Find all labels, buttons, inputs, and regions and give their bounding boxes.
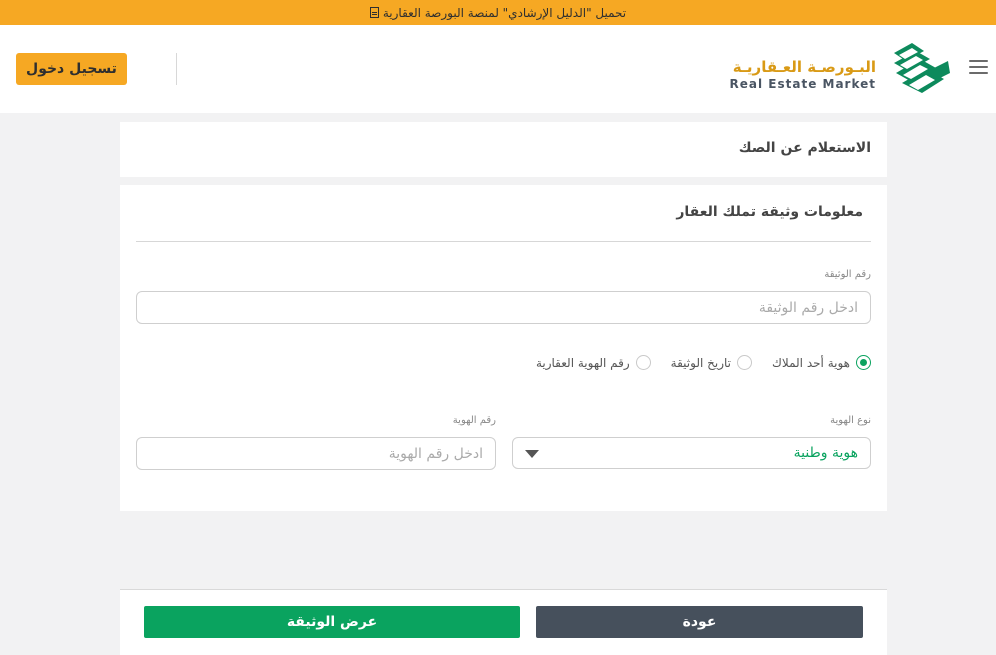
document-number-input[interactable] — [136, 291, 871, 324]
announcement-text[interactable]: تحميل "الدليل الإرشادي" لمنصة البورصة ال… — [383, 6, 626, 20]
id-type-selected-value: هوية وطنية — [793, 445, 858, 461]
radio-document-date[interactable]: تاريخ الوثيقة — [670, 355, 753, 370]
section-title: معلومات وثيقة تملك العقار — [676, 204, 863, 220]
id-number-label: رقم الهوية — [452, 415, 496, 426]
action-footer: عودة عرض الوثيقة — [120, 589, 887, 655]
announcement-bar[interactable]: تحميل "الدليل الإرشادي" لمنصة البورصة ال… — [0, 0, 996, 25]
page-title: الاستعلام عن الصك — [738, 140, 871, 156]
logo-english-text: Real Estate Market — [729, 77, 876, 91]
section-divider — [136, 241, 871, 242]
radio-owner-id[interactable]: هوية أحد الملاك — [772, 355, 871, 370]
document-icon — [369, 7, 379, 18]
chevron-down-icon — [525, 450, 539, 458]
radio-property-id-label: رقم الهوية العقارية — [535, 355, 630, 370]
id-type-select[interactable]: هوية وطنية — [512, 437, 871, 469]
radio-button[interactable] — [635, 355, 651, 370]
id-type-label: نوع الهوية — [830, 415, 871, 426]
login-button[interactable]: تسجيل دخول — [16, 53, 127, 85]
page-title-card: الاستعلام عن الصك — [120, 122, 887, 177]
id-number-input[interactable] — [136, 437, 496, 470]
back-button[interactable]: عودة — [536, 606, 863, 638]
radio-button[interactable] — [737, 355, 753, 370]
radio-owner-id-label: هوية أحد الملاك — [772, 355, 850, 370]
logo-mark-icon — [894, 43, 950, 93]
view-document-button[interactable]: عرض الوثيقة — [144, 606, 520, 638]
document-info-card: معلومات وثيقة تملك العقار رقم الوثيقة هو… — [120, 185, 887, 511]
document-number-label: رقم الوثيقة — [824, 269, 871, 280]
hamburger-icon[interactable] — [969, 60, 988, 75]
header-divider — [176, 53, 177, 85]
radio-document-date-label: تاريخ الوثيقة — [670, 355, 732, 370]
search-by-radio-group: هوية أحد الملاك تاريخ الوثيقة رقم الهوية… — [536, 355, 871, 370]
site-header: البـورصـة العـقاريـة Real Estate Market … — [0, 25, 996, 113]
logo-arabic-text: البـورصـة العـقاريـة — [732, 58, 876, 76]
radio-button-selected[interactable] — [856, 355, 871, 370]
radio-property-id[interactable]: رقم الهوية العقارية — [536, 355, 651, 370]
